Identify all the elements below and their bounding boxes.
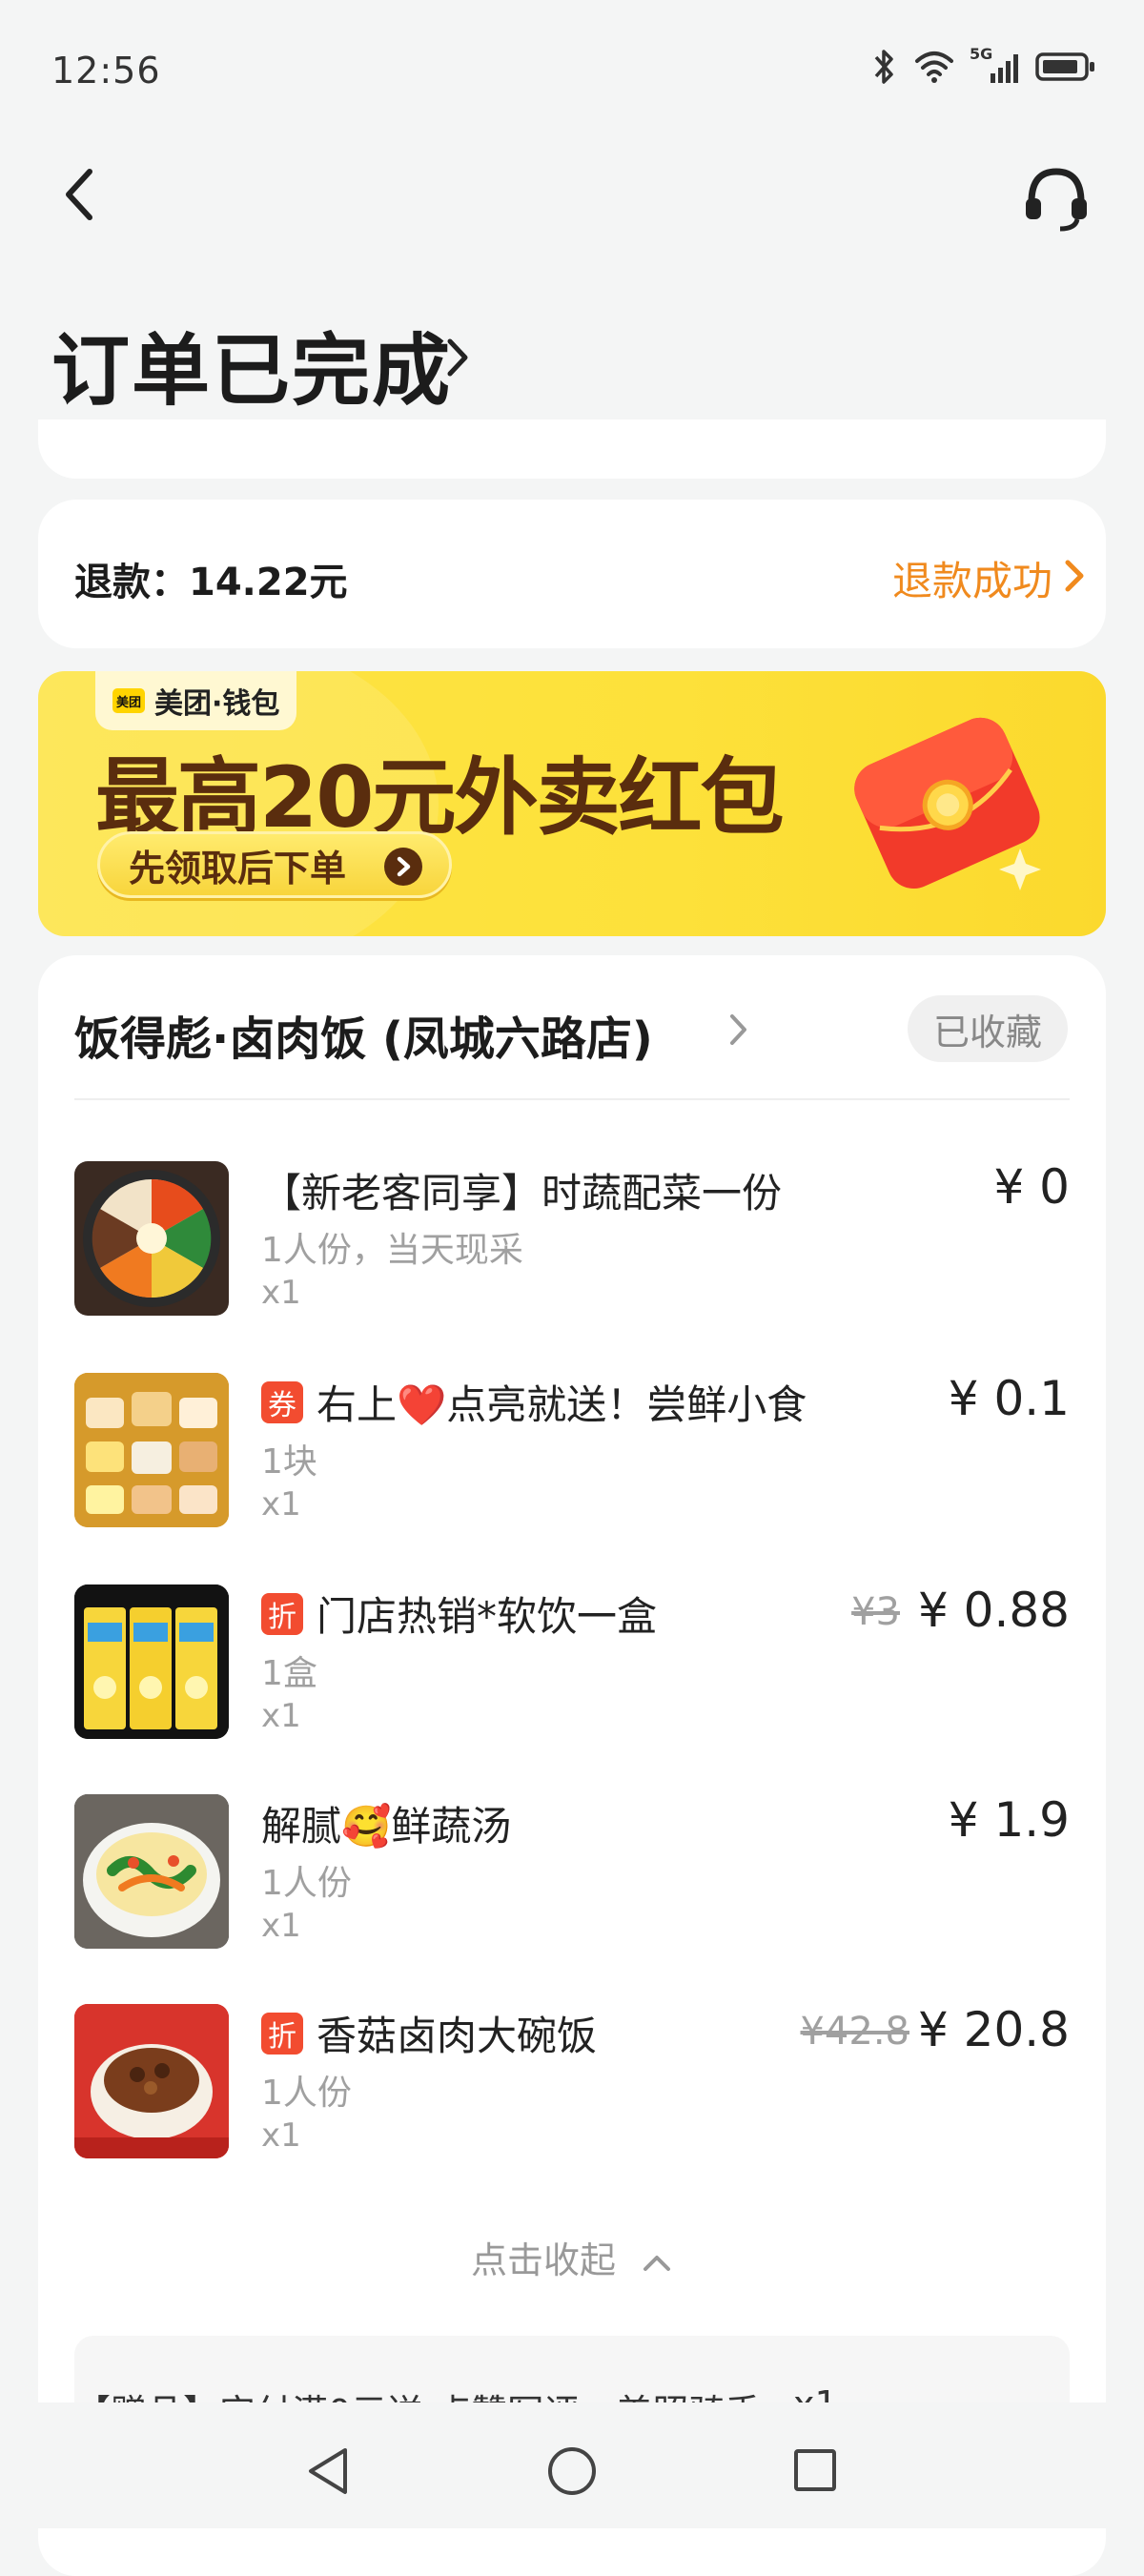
wallet-badge: 美团 美团·钱包 bbox=[95, 671, 297, 730]
signal-icon: 5G bbox=[970, 45, 1018, 83]
item-image bbox=[74, 1373, 229, 1527]
item-price: ¥ 1.9 bbox=[948, 1792, 1070, 1848]
network-type: 5G bbox=[970, 45, 993, 63]
item-name: 香菇卤肉大碗饭 bbox=[317, 2013, 598, 2059]
chevron-left-icon bbox=[66, 169, 92, 220]
item-price: ¥ 0.88 bbox=[917, 1583, 1070, 1638]
item-spec: 1人份 bbox=[261, 1864, 352, 1903]
item-quantity: x1 bbox=[261, 1907, 301, 1945]
order-info-card bbox=[38, 419, 1106, 479]
nav-recents-icon[interactable] bbox=[791, 2446, 839, 2494]
claim-button-label: 先领取后下单 bbox=[129, 847, 347, 889]
wifi-icon bbox=[915, 51, 953, 83]
item-price: ¥ 20.8 bbox=[917, 2002, 1070, 2057]
chevron-right-icon[interactable] bbox=[1062, 557, 1087, 595]
status-icons: 5G bbox=[872, 45, 1096, 86]
order-item[interactable]: 折 门店热销*软饮一盒 1盒 x1 ¥3 ¥ 0.88 bbox=[74, 1583, 1070, 1756]
order-item[interactable]: 解腻🥰鲜蔬汤 1人份 x1 ¥ 1.9 bbox=[74, 1792, 1070, 1966]
item-spec: 1人份，当天现采 bbox=[261, 1231, 523, 1270]
item-spec: 1块 bbox=[261, 1442, 317, 1482]
item-image bbox=[74, 1584, 229, 1739]
item-quantity: x1 bbox=[261, 1697, 301, 1735]
item-price: ¥ 0 bbox=[993, 1159, 1070, 1215]
chevron-right-icon[interactable] bbox=[440, 334, 475, 381]
nav-back-icon[interactable] bbox=[303, 2444, 353, 2498]
arrow-right-icon bbox=[384, 848, 422, 886]
collapse-button[interactable]: 点击收起 bbox=[0, 2231, 1144, 2283]
meituan-logo: 美团 bbox=[112, 688, 145, 713]
item-name: 右上❤️点亮就送！尝鲜小食 bbox=[317, 1381, 807, 1428]
item-spec: 1人份 bbox=[261, 2074, 352, 2113]
item-price: ¥ 0.1 bbox=[948, 1371, 1070, 1426]
bluetooth-icon bbox=[874, 50, 893, 84]
headset-icon bbox=[1026, 168, 1087, 232]
item-spec: 1盒 bbox=[261, 1654, 317, 1693]
order-item[interactable]: 券 右上❤️点亮就送！尝鲜小食 1块 x1 ¥ 0.1 bbox=[74, 1371, 1070, 1544]
coupon-tag: 券 bbox=[261, 1380, 303, 1423]
item-name: 门店热销*软饮一盒 bbox=[317, 1593, 658, 1640]
item-quantity: x1 bbox=[261, 1485, 301, 1523]
order-item[interactable]: 折 香菇卤肉大碗饭 1人份 x1 ¥42.8 ¥ 20.8 bbox=[74, 2002, 1070, 2176]
favorite-button[interactable]: 已收藏 bbox=[908, 995, 1068, 1062]
store-name[interactable]: 饭得彪·卤肉饭 (凤城六路店) bbox=[74, 1001, 653, 1068]
collapse-label: 点击收起 bbox=[470, 2239, 616, 2281]
item-quantity: x1 bbox=[261, 2116, 301, 2155]
red-envelope-icon bbox=[854, 717, 1041, 890]
status-time: 12:56 bbox=[51, 50, 161, 92]
item-name: 【新老客同享】时蔬配菜一份 bbox=[261, 1170, 783, 1216]
divider bbox=[74, 1098, 1070, 1100]
claim-button[interactable]: 先领取后下单 bbox=[97, 831, 452, 898]
item-name: 解腻🥰鲜蔬汤 bbox=[261, 1803, 512, 1850]
chevron-up-icon bbox=[644, 2255, 671, 2271]
item-original-price: ¥42.8 bbox=[800, 2010, 909, 2054]
item-image bbox=[74, 1161, 229, 1316]
item-original-price: ¥3 bbox=[851, 1590, 900, 1634]
refund-status-link[interactable]: 退款成功 bbox=[892, 549, 1052, 607]
page-title[interactable]: 订单已完成 bbox=[51, 307, 452, 420]
discount-tag: 折 bbox=[261, 2012, 303, 2055]
discount-tag: 折 bbox=[261, 1592, 303, 1635]
battery-icon bbox=[1035, 52, 1094, 81]
item-quantity: x1 bbox=[261, 1274, 301, 1312]
item-image bbox=[74, 1794, 229, 1949]
back-button[interactable] bbox=[53, 160, 107, 229]
order-item[interactable]: 【新老客同享】时蔬配菜一份 1人份，当天现采 x1 ¥ 0 bbox=[74, 1159, 1070, 1333]
wallet-badge-label: 美团·钱包 bbox=[154, 687, 280, 721]
chevron-right-icon[interactable] bbox=[728, 1012, 749, 1047]
refund-amount: 退款：14.22元 bbox=[74, 561, 348, 604]
nav-home-icon[interactable] bbox=[545, 2444, 599, 2498]
item-image bbox=[74, 2004, 229, 2158]
customer-service-button[interactable] bbox=[1018, 160, 1094, 236]
system-nav-bar bbox=[0, 2402, 1144, 2528]
